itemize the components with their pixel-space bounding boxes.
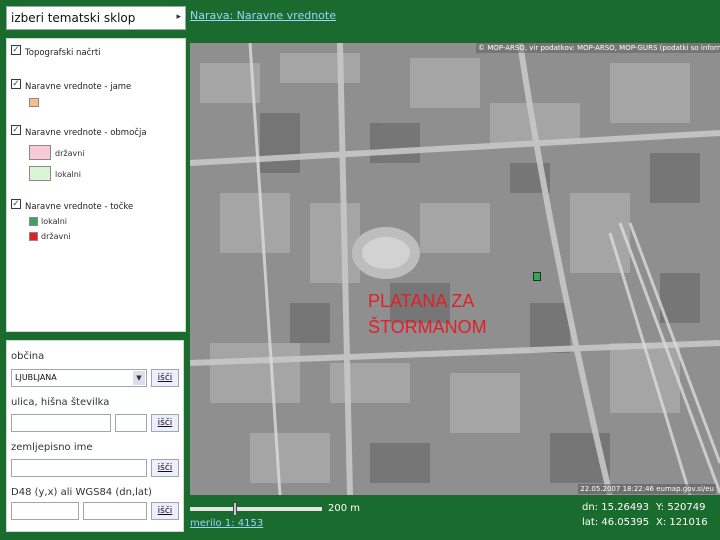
ulica-input[interactable]: [11, 414, 111, 432]
checkbox-topografski[interactable]: ✓: [11, 45, 21, 55]
koordinata-x-input[interactable]: [83, 502, 147, 520]
obcina-select[interactable]: LJUBLJANA ▼: [11, 369, 147, 387]
obcina-label: občina: [11, 351, 45, 362]
theme-select-label: izberi tematski sklop: [11, 11, 136, 25]
chevron-right-icon: ▸: [176, 12, 181, 22]
legend-panel: ✓ Topografski načrti ✓ Naravne vrednote …: [6, 38, 186, 332]
layer-label: Topografski načrti: [25, 48, 101, 58]
koordinata-y-input[interactable]: [11, 502, 79, 520]
swatch-tocke-lokalni: [29, 217, 38, 226]
aerial-photo: [190, 43, 720, 495]
obcina-value: LJUBLJANA: [15, 373, 57, 382]
swatch-label: lokalni: [55, 170, 82, 179]
scale-slider-track[interactable]: [190, 507, 322, 511]
layer-label: Naravne vrednote - območja: [25, 128, 147, 138]
coord-dn: dn: 15.26493: [582, 502, 649, 513]
chevron-down-icon: ▼: [133, 371, 145, 385]
coord-x: X: 121016: [656, 517, 708, 528]
layer-obmocja: ✓ Naravne vrednote - območja: [11, 125, 147, 138]
obcina-search-button[interactable]: išči: [151, 369, 179, 387]
koordinate-search-button[interactable]: išči: [151, 502, 179, 520]
layer-label: Naravne vrednote - točke: [25, 202, 134, 212]
map-label-line1: PLATANA ZA: [368, 291, 475, 311]
layer-tocke: ✓ Naravne vrednote - točke: [11, 199, 133, 212]
swatch-label: lokalni: [41, 217, 68, 226]
map-copyright: © MOP-ARSO, vir podatkov: MOP-ARSO, MOP-…: [476, 43, 720, 53]
swatch-label: državni: [41, 232, 71, 241]
zemljepisno-input[interactable]: [11, 459, 147, 477]
swatch-obmocja-drzavni: [29, 145, 51, 160]
map-datestamp: 22.05.2007 18:22:46 eumap.gov.si/eu: [578, 484, 716, 494]
zemljepisno-label: zemljepisno ime: [11, 442, 93, 453]
map-label-line2: ŠTORMANOM: [368, 317, 487, 337]
map-view[interactable]: © MOP-ARSO, vir podatkov: MOP-ARSO, MOP-…: [190, 43, 720, 495]
map-feature-label: PLATANA ZA ŠTORMANOM: [368, 288, 487, 340]
ulica-search-button[interactable]: išči: [151, 414, 179, 432]
search-panel: občina LJUBLJANA ▼ išči ulica, hišna šte…: [6, 340, 184, 532]
swatch-label: državni: [55, 149, 85, 158]
scale-distance: 200 m: [328, 503, 361, 514]
layer-topografski: ✓ Topografski načrti: [11, 45, 101, 58]
theme-select-dropdown[interactable]: izberi tematski sklop ▸: [6, 6, 186, 30]
zemljepisno-search-button[interactable]: išči: [151, 459, 179, 477]
scale-slider-handle[interactable]: [233, 502, 237, 516]
point-marker[interactable]: [533, 272, 541, 281]
layer-jame: ✓ Naravne vrednote - jame: [11, 79, 131, 92]
koordinate-label: D48 (y,x) ali WGS84 (dn,lat): [11, 487, 152, 498]
swatch-tocke-drzavni: [29, 232, 38, 241]
hisna-stevilka-input[interactable]: [115, 414, 147, 432]
scale-ratio-link[interactable]: merilo 1: 4153: [190, 518, 263, 529]
checkbox-tocke[interactable]: ✓: [11, 199, 21, 209]
swatch-obmocja-lokalni: [29, 166, 51, 181]
checkbox-obmocja[interactable]: ✓: [11, 125, 21, 135]
checkbox-jame[interactable]: ✓: [11, 79, 21, 89]
coord-y: Y: 520749: [656, 502, 706, 513]
layer-label: Naravne vrednote - jame: [25, 82, 132, 92]
swatch-jame: [29, 98, 39, 107]
breadcrumb[interactable]: Narava: Naravne vrednote: [190, 9, 336, 22]
coord-lat: lat: 46.05395: [582, 517, 650, 528]
ulica-label: ulica, hišna številka: [11, 397, 110, 408]
